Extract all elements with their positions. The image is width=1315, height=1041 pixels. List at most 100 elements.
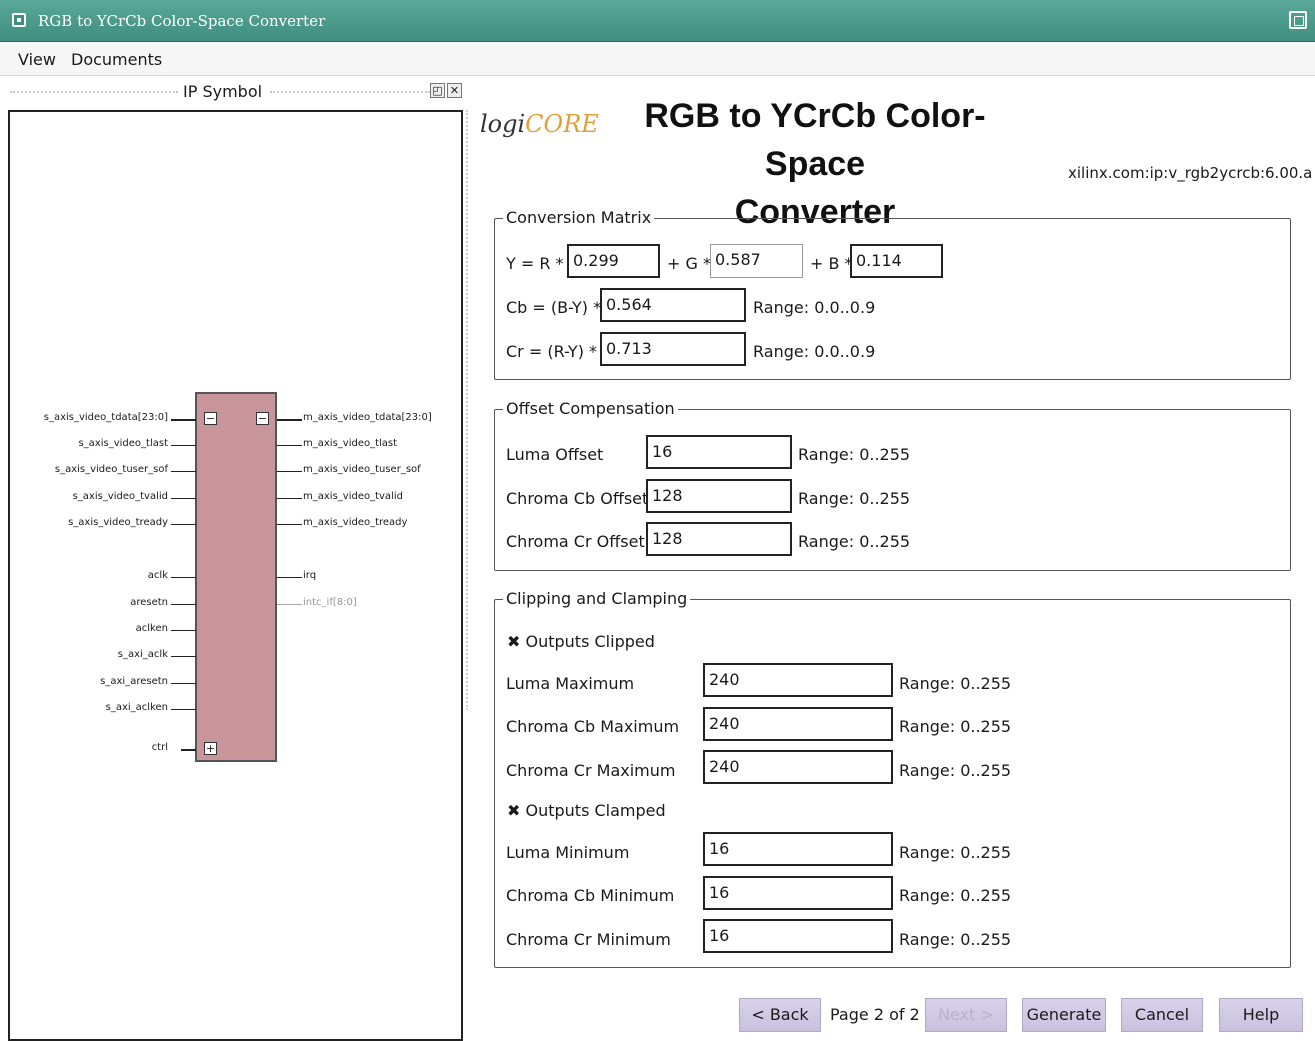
clipping-clamping-legend: Clipping and Clamping <box>503 589 691 608</box>
chroma-cb-offset-range: Range: 0..255 <box>798 489 911 508</box>
port-m-axis-video-tuser-sof: m_axis_video_tuser_sof <box>303 464 421 475</box>
chroma-cb-maximum-label: Chroma Cb Maximum <box>506 717 680 736</box>
cr-range: Range: 0.0..0.9 <box>753 342 876 361</box>
port-line <box>277 471 302 472</box>
window-titlebar: RGB to YCrCb Color-Space Converter <box>0 0 1315 42</box>
port-s-axis-video-tdata: s_axis_video_tdata[23:0] <box>43 412 168 423</box>
cancel-button[interactable]: Cancel <box>1121 998 1203 1032</box>
b-coef-input[interactable]: 0.114 <box>850 244 943 278</box>
port-m-axis-video-tready: m_axis_video_tready <box>303 517 408 528</box>
expand-bus-icon[interactable]: + <box>204 742 217 755</box>
collapse-bus-icon[interactable]: − <box>256 412 269 425</box>
port-line <box>277 498 302 499</box>
chroma-cr-offset-label: Chroma Cr Offset <box>506 532 645 551</box>
page-title-line1: RGB to YCrCb Color-Space <box>644 97 986 183</box>
menu-documents[interactable]: Documents <box>71 50 162 69</box>
page-title: RGB to YCrCb Color-Space Converter <box>595 92 1035 236</box>
cb-coef-input[interactable]: 0.564 <box>600 288 746 322</box>
page-indicator: Page 2 of 2 <box>830 1005 920 1024</box>
panel-grip-right[interactable] <box>270 91 430 93</box>
chroma-cb-maximum-input[interactable]: 240 <box>703 707 893 741</box>
chroma-cb-maximum-range: Range: 0..255 <box>899 717 1012 736</box>
chroma-cr-minimum-range: Range: 0..255 <box>899 930 1012 949</box>
port-line <box>171 683 196 684</box>
chroma-cr-offset-range: Range: 0..255 <box>798 532 911 551</box>
logicore-logo: logiCORE <box>480 110 599 138</box>
chroma-cb-minimum-label: Chroma Cb Minimum <box>506 886 675 905</box>
chroma-cr-offset-input[interactable]: 128 <box>646 522 792 556</box>
port-s-axis-video-tuser-sof: s_axis_video_tuser_sof <box>54 464 168 475</box>
port-aclken: aclken <box>135 623 168 634</box>
help-button[interactable]: Help <box>1219 998 1303 1032</box>
port-line <box>171 498 196 499</box>
luma-minimum-input[interactable]: 16 <box>703 832 893 866</box>
close-panel-icon[interactable]: ✕ <box>447 83 462 98</box>
outputs-clamped-label: Outputs Clamped <box>525 801 666 820</box>
port-s-axi-aresetn: s_axi_aresetn <box>100 676 168 687</box>
luma-offset-input[interactable]: 16 <box>646 435 792 469</box>
luma-offset-label: Luma Offset <box>506 445 604 464</box>
back-button[interactable]: < Back <box>739 998 821 1032</box>
chroma-cb-minimum-input[interactable]: 16 <box>703 876 893 910</box>
port-s-axi-aclken: s_axi_aclken <box>105 702 168 713</box>
chroma-cr-maximum-range: Range: 0..255 <box>899 761 1012 780</box>
window-menu-icon[interactable] <box>12 13 26 27</box>
cr-coef-input[interactable]: 0.713 <box>600 332 746 366</box>
port-line <box>171 445 196 446</box>
ip-block <box>195 392 277 762</box>
next-button[interactable]: Next > <box>925 998 1007 1032</box>
r-coef-input[interactable]: 0.299 <box>567 244 660 278</box>
port-aresetn: aresetn <box>130 597 168 608</box>
menu-view[interactable]: View <box>18 50 56 69</box>
y-label: Y = R * <box>506 254 564 273</box>
port-s-axis-video-tready: s_axis_video_tready <box>68 517 168 528</box>
outputs-clamped-checkbox[interactable]: ✖ Outputs Clamped <box>507 801 666 820</box>
cr-label: Cr = (R-Y) * <box>506 342 598 361</box>
panel-splitter[interactable] <box>466 110 468 710</box>
ip-symbol-panel-header: IP Symbol ◰ ✕ <box>6 80 466 104</box>
port-line <box>277 604 302 605</box>
chroma-cr-minimum-label: Chroma Cr Minimum <box>506 930 671 949</box>
chroma-cb-offset-label: Chroma Cb Offset <box>506 489 649 508</box>
luma-maximum-label: Luma Maximum <box>506 674 635 693</box>
luma-offset-range: Range: 0..255 <box>798 445 911 464</box>
port-line <box>171 709 196 710</box>
g-coef-input[interactable]: 0.587 <box>710 244 803 278</box>
luma-maximum-range: Range: 0..255 <box>899 674 1012 693</box>
panel-grip-left[interactable] <box>10 91 178 93</box>
check-icon: ✖ <box>507 632 521 651</box>
outputs-clipped-checkbox[interactable]: ✖ Outputs Clipped <box>507 632 655 651</box>
luma-minimum-range: Range: 0..255 <box>899 843 1012 862</box>
outputs-clipped-label: Outputs Clipped <box>525 632 655 651</box>
port-line <box>171 604 196 605</box>
ip-symbol-title: IP Symbol <box>183 82 263 101</box>
port-line <box>171 656 196 657</box>
logo-text-left: logi <box>480 110 526 138</box>
port-s-axis-video-tlast: s_axis_video_tlast <box>78 438 168 449</box>
chroma-cr-maximum-input[interactable]: 240 <box>703 750 893 784</box>
chroma-cb-offset-input[interactable]: 128 <box>646 479 792 513</box>
maximize-icon[interactable] <box>1289 11 1307 29</box>
float-panel-icon[interactable]: ◰ <box>430 83 445 98</box>
port-s-axi-aclk: s_axi_aclk <box>117 649 168 660</box>
port-intc-if: intc_if[8:0] <box>303 597 357 608</box>
chroma-cb-minimum-range: Range: 0..255 <box>899 886 1012 905</box>
port-line <box>181 749 196 751</box>
port-line <box>171 419 196 421</box>
menubar: View Documents <box>0 42 1315 76</box>
port-line <box>277 445 302 446</box>
port-irq: irq <box>303 570 317 581</box>
port-line <box>171 471 196 472</box>
cb-label: Cb = (B-Y) * <box>506 298 602 317</box>
b-label: + B * <box>810 254 853 273</box>
cb-range: Range: 0.0..0.9 <box>753 298 876 317</box>
port-line <box>277 419 302 421</box>
collapse-bus-icon[interactable]: − <box>204 412 217 425</box>
port-m-axis-video-tdata: m_axis_video_tdata[23:0] <box>303 412 432 423</box>
generate-button[interactable]: Generate <box>1022 998 1106 1032</box>
ip-vlnv: xilinx.com:ip:v_rgb2ycrcb:6.00.a <box>1068 164 1313 182</box>
chroma-cr-minimum-input[interactable]: 16 <box>703 919 893 953</box>
port-ctrl: ctrl <box>151 742 168 753</box>
port-line <box>171 630 196 631</box>
luma-maximum-input[interactable]: 240 <box>703 663 893 697</box>
